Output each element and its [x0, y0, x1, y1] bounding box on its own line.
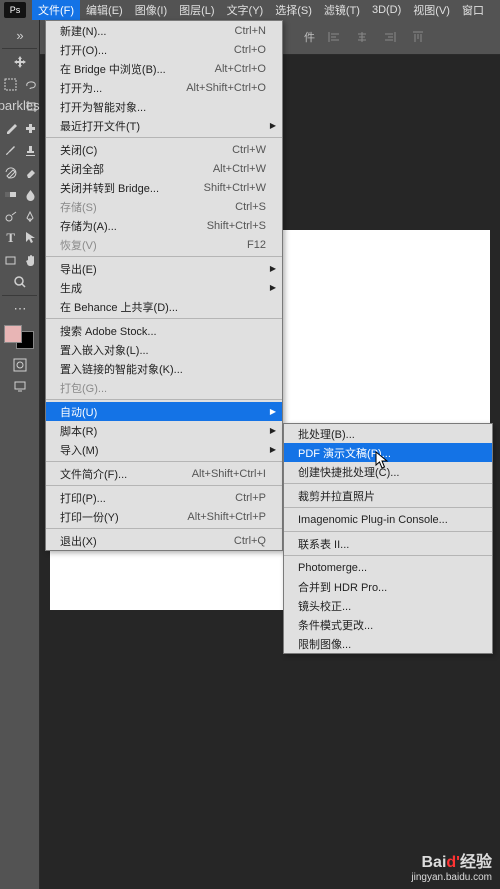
submenu-imagenomic[interactable]: Imagenomic Plug-in Console...: [284, 510, 492, 529]
menu-file-info[interactable]: 文件简介(F)...Alt+Shift+Ctrl+I: [46, 464, 282, 483]
tool-palette: » �parkles T ⋯: [0, 20, 40, 889]
file-menu: 新建(N)...Ctrl+N 打开(O)...Ctrl+O 在 Bridge 中…: [45, 20, 283, 551]
menu-close-bridge[interactable]: 关闭并转到 Bridge...Shift+Ctrl+W: [46, 178, 282, 197]
menu-select[interactable]: 选择(S): [269, 0, 318, 20]
eyedropper-tool[interactable]: [2, 118, 20, 138]
menu-automate[interactable]: 自动(U)▶: [46, 402, 282, 421]
brush-tool[interactable]: [2, 140, 20, 160]
stamp-tool[interactable]: [22, 140, 40, 160]
menu-package: 打包(G)...: [46, 378, 282, 397]
submenu-conditional-mode[interactable]: 条件模式更改...: [284, 615, 492, 634]
submenu-photomerge[interactable]: Photomerge...: [284, 558, 492, 577]
screenmode-icon[interactable]: [2, 376, 38, 396]
color-swatch[interactable]: [4, 325, 34, 349]
menu-generate[interactable]: 生成▶: [46, 278, 282, 297]
menu-file[interactable]: 文件(F): [32, 0, 80, 20]
type-tool[interactable]: T: [2, 228, 20, 248]
options-label: 件: [304, 29, 315, 45]
crop-tool[interactable]: [24, 96, 39, 116]
menu-print[interactable]: 打印(P)...Ctrl+P: [46, 488, 282, 507]
submenu-merge-hdr[interactable]: 合并到 HDR Pro...: [284, 577, 492, 596]
foreground-color[interactable]: [4, 325, 22, 343]
submenu-contact-sheet[interactable]: 联系表 II...: [284, 534, 492, 553]
pen-tool[interactable]: [22, 206, 40, 226]
menu-new[interactable]: 新建(N)...Ctrl+N: [46, 21, 282, 40]
menu-3d[interactable]: 3D(D): [366, 2, 407, 18]
menu-open[interactable]: 打开(O)...Ctrl+O: [46, 40, 282, 59]
ps-logo: Ps: [4, 2, 26, 18]
menu-place-embed[interactable]: 置入嵌入对象(L)...: [46, 340, 282, 359]
menu-print-one[interactable]: 打印一份(Y)Alt+Shift+Ctrl+P: [46, 507, 282, 526]
menu-view[interactable]: 视图(V): [407, 0, 456, 20]
hand-tool[interactable]: [22, 250, 40, 270]
menu-browse-bridge[interactable]: 在 Bridge 中浏览(B)...Alt+Ctrl+O: [46, 59, 282, 78]
menu-layer[interactable]: 图层(L): [173, 0, 220, 20]
menu-behance[interactable]: 在 Behance 上共享(D)...: [46, 297, 282, 316]
menu-export[interactable]: 导出(E)▶: [46, 259, 282, 278]
menu-window[interactable]: 窗口: [456, 0, 490, 20]
align-top-icon[interactable]: [409, 28, 427, 46]
watermark-url: jingyan.baidu.com: [411, 872, 492, 883]
menu-close[interactable]: 关闭(C)Ctrl+W: [46, 140, 282, 159]
rectangle-tool[interactable]: [2, 250, 20, 270]
submenu-arrow-icon: ▶: [270, 407, 276, 416]
path-select-tool[interactable]: [22, 228, 40, 248]
submenu-pdf-presentation[interactable]: PDF 演示文稿(P)...: [284, 443, 492, 462]
collapse-icon[interactable]: »: [2, 25, 38, 45]
healing-brush-tool[interactable]: [22, 118, 40, 138]
eraser-tool[interactable]: [22, 162, 40, 182]
menu-type[interactable]: 文字(Y): [221, 0, 270, 20]
align-left-icon[interactable]: [325, 28, 343, 46]
menu-scripts[interactable]: 脚本(R)▶: [46, 421, 282, 440]
menu-close-all[interactable]: 关闭全部Alt+Ctrl+W: [46, 159, 282, 178]
submenu-lens-correction[interactable]: 镜头校正...: [284, 596, 492, 615]
submenu-arrow-icon: ▶: [270, 121, 276, 130]
menubar: Ps 文件(F) 编辑(E) 图像(I) 图层(L) 文字(Y) 选择(S) 滤…: [0, 0, 500, 20]
submenu-arrow-icon: ▶: [270, 283, 276, 292]
submenu-arrow-icon: ▶: [270, 264, 276, 273]
submenu-crop-straighten[interactable]: 裁剪并拉直照片: [284, 486, 492, 505]
submenu-arrow-icon: ▶: [270, 445, 276, 454]
menu-search-stock[interactable]: 搜索 Adobe Stock...: [46, 321, 282, 340]
menu-place-linked[interactable]: 置入链接的智能对象(K)...: [46, 359, 282, 378]
menu-save: 存储(S)Ctrl+S: [46, 197, 282, 216]
menu-open-recent[interactable]: 最近打开文件(T)▶: [46, 116, 282, 135]
quickmask-icon[interactable]: [2, 355, 38, 375]
marquee-tool[interactable]: [2, 74, 20, 94]
magic-wand-tool[interactable]: �parkles: [2, 96, 22, 116]
menu-revert: 恢复(V)F12: [46, 235, 282, 254]
submenu-fit-image[interactable]: 限制图像...: [284, 634, 492, 653]
move-tool[interactable]: [2, 52, 38, 72]
submenu-arrow-icon: ▶: [270, 426, 276, 435]
edit-toolbar-icon[interactable]: ⋯: [2, 299, 38, 319]
gradient-tool[interactable]: [2, 184, 20, 204]
menu-import[interactable]: 导入(M)▶: [46, 440, 282, 459]
lasso-tool[interactable]: [22, 74, 40, 94]
align-right-icon[interactable]: [381, 28, 399, 46]
zoom-tool[interactable]: [2, 272, 38, 292]
menu-image[interactable]: 图像(I): [129, 0, 173, 20]
menu-open-as[interactable]: 打开为...Alt+Shift+Ctrl+O: [46, 78, 282, 97]
dodge-tool[interactable]: [2, 206, 20, 226]
history-brush-tool[interactable]: [2, 162, 20, 182]
blur-tool[interactable]: [22, 184, 40, 204]
align-center-h-icon[interactable]: [353, 28, 371, 46]
automate-submenu: 批处理(B)... PDF 演示文稿(P)... 创建快捷批处理(C)... 裁…: [283, 423, 493, 654]
menu-save-as[interactable]: 存储为(A)...Shift+Ctrl+S: [46, 216, 282, 235]
watermark: Baid'经验 jingyan.baidu.com: [411, 848, 492, 883]
submenu-batch[interactable]: 批处理(B)...: [284, 424, 492, 443]
menu-filter[interactable]: 滤镜(T): [318, 0, 366, 20]
submenu-create-droplet[interactable]: 创建快捷批处理(C)...: [284, 462, 492, 481]
menu-open-smart[interactable]: 打开为智能对象...: [46, 97, 282, 116]
menu-exit[interactable]: 退出(X)Ctrl+Q: [46, 531, 282, 550]
menu-edit[interactable]: 编辑(E): [80, 0, 129, 20]
watermark-brand: Baid'经验: [411, 848, 492, 872]
